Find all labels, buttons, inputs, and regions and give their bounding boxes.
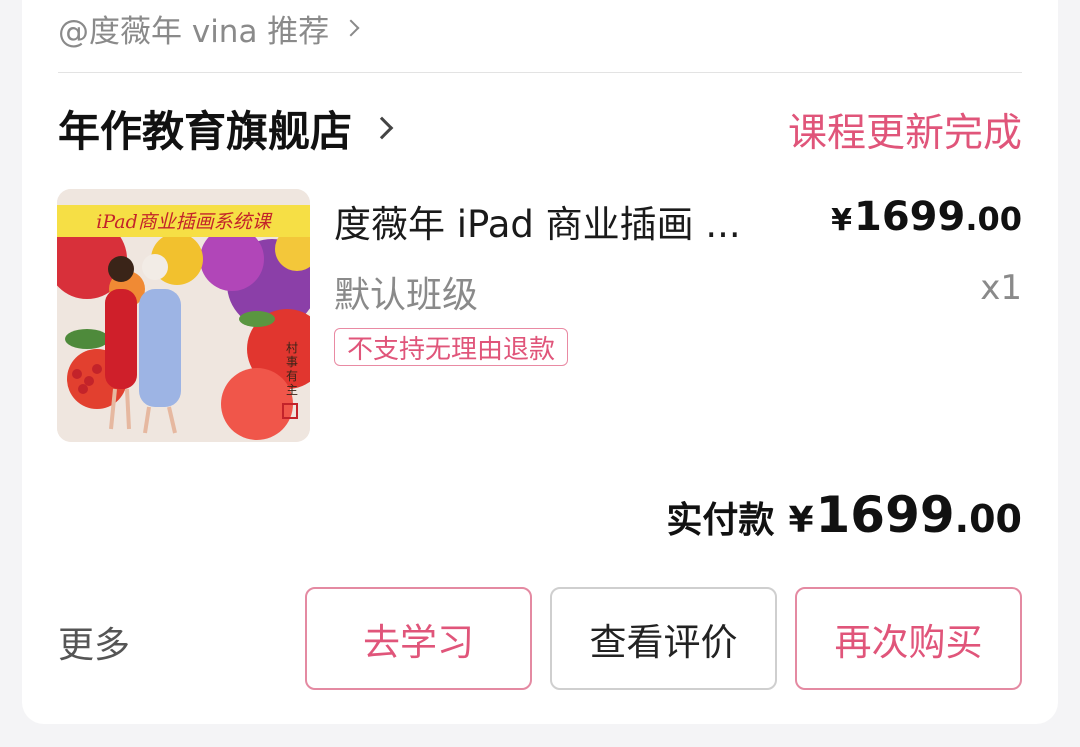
price-currency: ¥ xyxy=(831,203,852,238)
buy-again-button[interactable]: 再次购买 xyxy=(795,587,1022,690)
payment-decimal: .00 xyxy=(954,497,1022,541)
more-button[interactable]: 更多 xyxy=(58,616,130,668)
product-thumbnail[interactable]: iPad商业插画系统课 村事有主 xyxy=(57,189,310,442)
refund-policy-badge: 不支持无理由退款 xyxy=(334,328,569,366)
thumbnail-banner-text: iPad商业插画系统课 xyxy=(96,211,271,233)
payment-label: 实付款 xyxy=(666,500,775,541)
recommender-link[interactable]: @度薇年 vina 推荐 xyxy=(58,8,360,50)
divider xyxy=(58,72,1022,73)
payment-currency: ¥ xyxy=(788,500,814,541)
view-review-button[interactable]: 查看评价 xyxy=(550,587,777,690)
shop-link[interactable]: 年作教育旗舰店 xyxy=(58,100,394,156)
order-status: 课程更新完成 xyxy=(787,111,1022,156)
thumbnail-seal-text: 村事有主 xyxy=(286,341,299,397)
payment-integer: 1699 xyxy=(815,486,955,544)
product-title[interactable]: 度薇年 iPad 商业插画 ... xyxy=(334,194,774,248)
shop-name: 年作教育旗舰店 xyxy=(58,106,353,156)
product-variant: 默认班级 xyxy=(334,275,479,316)
product-quantity: x1 xyxy=(980,268,1022,308)
chevron-right-icon xyxy=(342,19,360,37)
price-decimal: .00 xyxy=(965,200,1022,238)
recommender-text: @度薇年 vina 推荐 xyxy=(58,13,330,50)
price-integer: 1699 xyxy=(853,194,966,240)
go-learn-button[interactable]: 去学习 xyxy=(305,587,532,690)
payment-total: 实付款 ¥ 1699 .00 xyxy=(666,486,1022,544)
chevron-right-icon xyxy=(370,116,394,140)
item-price: ¥ 1699 .00 xyxy=(831,194,1022,240)
